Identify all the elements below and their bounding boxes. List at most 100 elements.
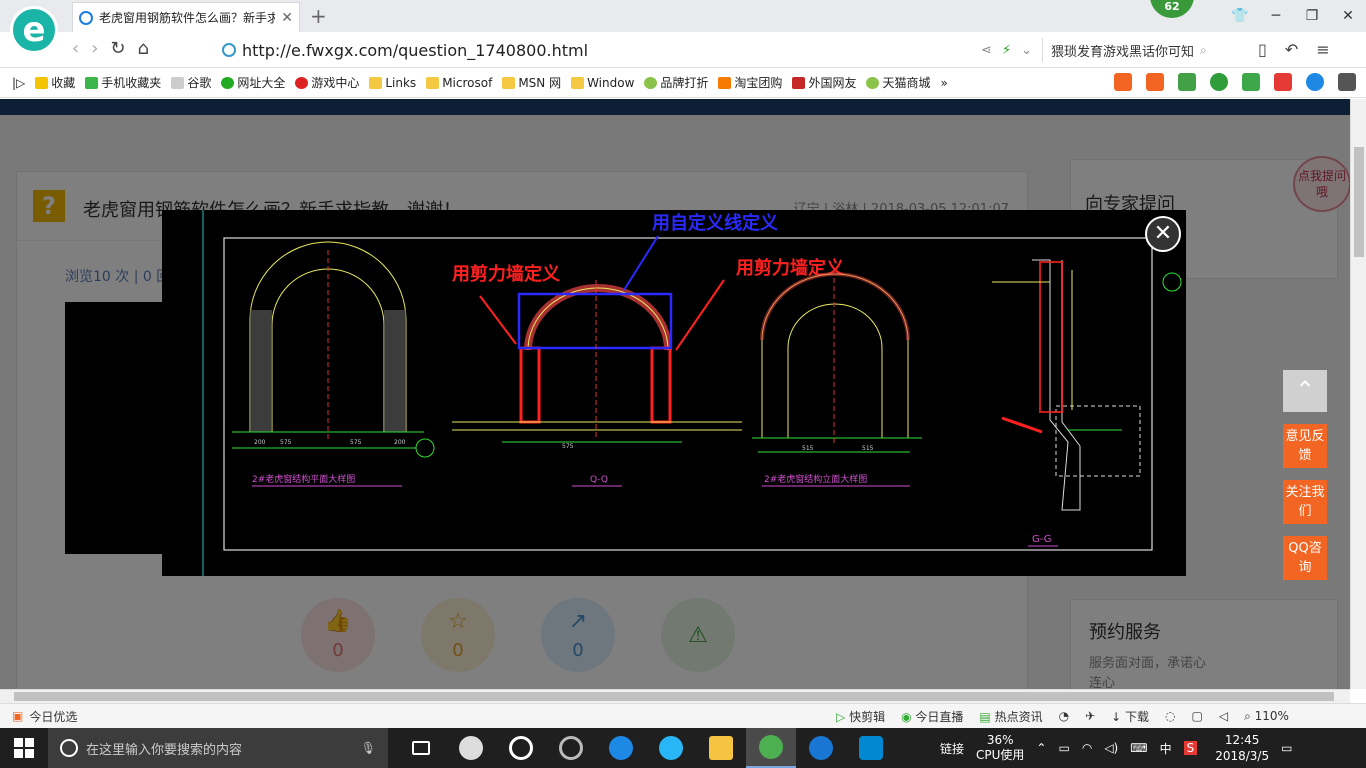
new-tab-button[interactable]: + [310, 4, 327, 28]
lightning-icon[interactable]: ⚡ [1002, 43, 1011, 58]
file-explorer-icon[interactable] [696, 728, 746, 768]
home-icon[interactable]: ⌂ [138, 38, 149, 59]
bookmark-item[interactable]: 品牌打折 [644, 74, 708, 91]
svg-text:200: 200 [254, 439, 266, 446]
tv-icon[interactable] [1114, 73, 1132, 91]
menu-icon[interactable]: ≡ [1316, 40, 1329, 59]
bookmark-folder[interactable]: Links [369, 76, 416, 90]
speaker-icon[interactable]: ◁) [1104, 741, 1118, 755]
window-icon[interactable]: ▢ [1192, 709, 1203, 723]
bookmark-item[interactable]: 网址大全 [221, 74, 285, 91]
close-viewer-button[interactable]: ✕ [1145, 216, 1181, 252]
qq-consult-button[interactable]: QQ咨询 [1283, 536, 1327, 580]
undo-icon[interactable]: ↶ [1285, 40, 1298, 59]
sogou-ime-icon[interactable]: S [1183, 741, 1198, 755]
minimize-button[interactable]: ─ [1258, 0, 1294, 32]
drawing-label-gg: G-G [1032, 534, 1051, 545]
bookmark-item[interactable]: 谷歌 [171, 74, 211, 91]
internet-explorer-icon[interactable] [646, 728, 696, 768]
fan-icon[interactable] [446, 728, 496, 768]
bookmark-item[interactable]: 天猫商城 [866, 74, 930, 91]
book-icon[interactable] [1178, 73, 1196, 91]
phone-icon[interactable]: ▯ [1258, 40, 1267, 59]
plus-app-icon[interactable] [846, 728, 896, 768]
horizontal-scrollbar[interactable] [0, 689, 1350, 703]
taskbar-search-placeholder: 在这里输入你要搜索的内容 [86, 742, 243, 758]
url-text[interactable]: http://e.fwxgx.com/question_1740800.html [242, 41, 588, 60]
bookmark-folder[interactable]: Microsof [426, 76, 492, 90]
search-input[interactable]: 猥琐发育游戏黑话你可知 [1051, 41, 1194, 60]
discount-icon[interactable] [1146, 73, 1164, 91]
more-bookmarks-icon[interactable]: » [940, 76, 947, 90]
front-elevation [232, 241, 424, 440]
close-tab-icon[interactable]: ✕ [281, 10, 293, 26]
close-window-button[interactable]: ✕ [1330, 0, 1366, 32]
shirt-icon[interactable]: 👕 [1222, 0, 1258, 32]
chevron-down-icon[interactable]: ⌄ [1021, 43, 1032, 58]
taskbar-apps [396, 728, 896, 768]
bookmark-folder[interactable]: Window [571, 76, 634, 90]
task-view-icon[interactable] [396, 728, 446, 768]
edge-icon[interactable] [596, 728, 646, 768]
browser-logo[interactable]: e [10, 6, 58, 54]
notification-icon[interactable]: ▭ [1281, 741, 1292, 755]
speed-icon[interactable]: ◔ [1059, 709, 1069, 723]
search-box[interactable]: 猥琐发育游戏黑话你可知 ⌕ [1042, 38, 1240, 62]
ime-indicator[interactable]: 中 [1160, 740, 1172, 757]
bookmark-item[interactable]: 手机收藏夹 [85, 74, 161, 91]
microphone-icon[interactable]: 🎙 [361, 741, 376, 755]
cpu-meter[interactable]: 36% CPU使用 [976, 733, 1024, 763]
glodon-icon[interactable] [796, 728, 846, 768]
back-to-top-button[interactable]: ⌃ [1283, 370, 1327, 412]
search-extension-icon[interactable] [1306, 73, 1324, 91]
refresh-icon[interactable]: ↻ [110, 38, 125, 59]
search-icon[interactable]: ⌕ [1200, 43, 1207, 58]
clock[interactable]: 12:45 2018/3/5 [1215, 732, 1269, 764]
browser-360-icon[interactable] [746, 728, 796, 768]
scissors-icon[interactable] [1274, 73, 1292, 91]
wifi-icon[interactable]: ◠ [1082, 741, 1092, 755]
translate-icon[interactable] [1242, 73, 1260, 91]
feedback-button[interactable]: 意见反馈 [1283, 424, 1327, 468]
scroll-thumb[interactable] [14, 692, 1334, 701]
forward-icon[interactable]: › [91, 38, 98, 59]
link-label[interactable]: 链接 [940, 740, 964, 757]
volume-icon[interactable]: ◁ [1219, 709, 1228, 723]
bookmark-item[interactable]: 收藏 [35, 74, 75, 91]
back-icon[interactable]: ‹ [72, 38, 79, 59]
vertical-scrollbar[interactable] [1350, 99, 1366, 689]
live-item[interactable]: ◉ 今日直播 [901, 708, 963, 725]
bookmark-folder[interactable]: MSN 网 [502, 74, 561, 91]
bookmark-item[interactable]: 游戏中心 [295, 74, 359, 91]
download-item[interactable]: ↓ 下载 [1111, 708, 1149, 725]
restore-button[interactable]: ❐ [1294, 0, 1330, 32]
side-elevation [752, 270, 922, 446]
battery-icon[interactable]: ▭ [1058, 741, 1069, 755]
bookmarks-bar: |▷ 收藏 手机收藏夹 谷歌 网址大全 游戏中心 Links Microsof … [0, 68, 1366, 98]
scroll-thumb[interactable] [1354, 147, 1364, 257]
shield-icon[interactable] [1210, 73, 1228, 91]
extension-icons [1114, 73, 1356, 91]
bookmark-item[interactable]: 淘宝团购 [718, 74, 782, 91]
keyboard-icon[interactable]: ⌨ [1130, 741, 1147, 755]
share-icon[interactable]: ⋖ [981, 43, 992, 58]
news-item[interactable]: ▤ 热点资讯 [979, 708, 1042, 725]
today-picks[interactable]: 今日优选 [29, 708, 77, 725]
taskbar-search[interactable]: 在这里输入你要搜索的内容 🎙 [48, 728, 388, 768]
sogou-icon[interactable] [546, 728, 596, 768]
chevron-up-icon[interactable]: ⌃ [1036, 741, 1046, 755]
browser-tab[interactable]: 老虎窗用钢筋软件怎么画？新手求 ✕ [72, 2, 300, 32]
play-icon: ◉ [901, 709, 912, 724]
sidebar-toggle-icon[interactable]: |▷ [12, 76, 25, 90]
pin-icon[interactable]: ✈ [1085, 709, 1095, 723]
url-field[interactable]: http://e.fwxgx.com/question_1740800.html… [222, 38, 1032, 62]
bookmark-item[interactable]: 外国网友 [792, 74, 856, 91]
cloud-icon[interactable]: ◌ [1165, 709, 1175, 723]
start-button[interactable] [14, 738, 34, 758]
zoom-level[interactable]: ⌕ 110% [1244, 709, 1289, 724]
notification-badge[interactable]: 62 [1150, 0, 1194, 18]
ie-icon[interactable] [496, 728, 546, 768]
grid-icon[interactable] [1338, 73, 1356, 91]
quick-edit-item[interactable]: ▷ 快剪辑 [836, 708, 885, 725]
follow-button[interactable]: 关注我们 [1283, 480, 1327, 524]
